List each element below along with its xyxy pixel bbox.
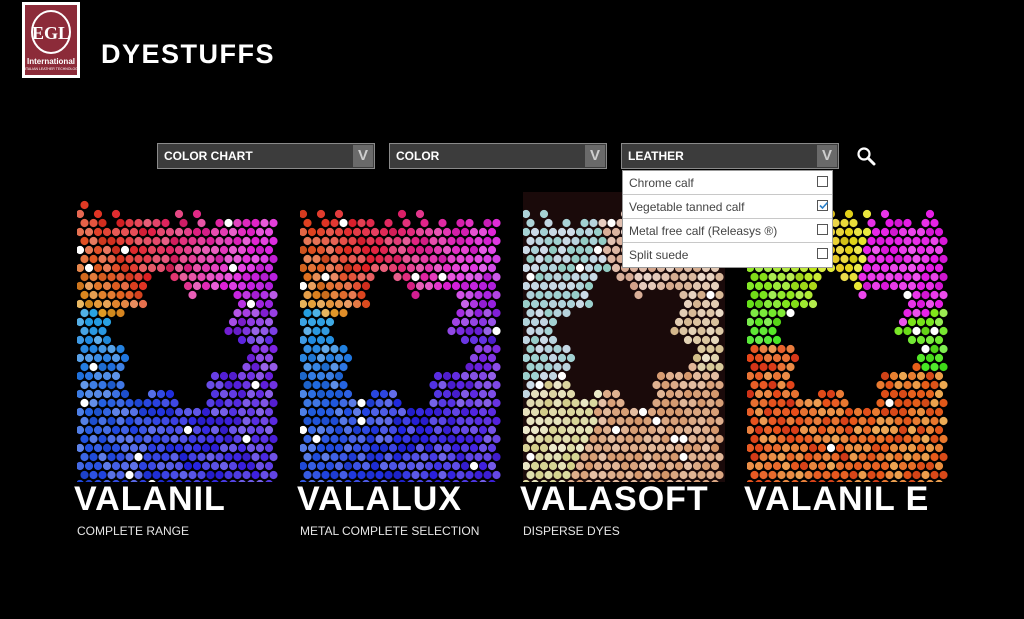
leather-dropdown-menu: Chrome calf Vegetable tanned calf Metal …: [622, 170, 833, 268]
select-label: COLOR: [396, 149, 440, 163]
option-chrome-calf[interactable]: Chrome calf: [623, 171, 832, 195]
checkmark-icon: [819, 201, 829, 210]
color-swatch-grid: [77, 200, 278, 482]
checkbox[interactable]: [817, 200, 829, 211]
product-subtitle: METAL COMPLETE SELECTION: [300, 524, 480, 538]
option-label: Chrome calf: [629, 176, 694, 190]
product-name: VALALUX: [297, 480, 463, 518]
product-name: VALANIL: [74, 480, 226, 518]
svg-text:EGL: EGL: [32, 23, 70, 43]
color-select[interactable]: COLOR V: [389, 143, 607, 169]
option-metal-free-calf[interactable]: Metal free calf (Releasys ®): [623, 219, 832, 243]
color-swatch-grid: [300, 209, 501, 482]
search-icon: [857, 147, 876, 166]
search-button[interactable]: [856, 146, 876, 166]
checkbox[interactable]: [817, 248, 828, 259]
egl-logo[interactable]: EGL International ITALIAN LEATHER TECHNO…: [22, 2, 80, 78]
select-label: COLOR CHART: [164, 149, 253, 163]
color-chart-select[interactable]: COLOR CHART V: [157, 143, 375, 169]
option-vegetable-tanned-calf[interactable]: Vegetable tanned calf: [623, 195, 832, 219]
option-split-suede[interactable]: Split suede: [623, 243, 832, 267]
option-label: Vegetable tanned calf: [629, 200, 745, 214]
checkbox[interactable]: [817, 176, 828, 187]
product-subtitle: DISPERSE DYES: [523, 524, 620, 538]
product-subtitle: COMPLETE RANGE: [77, 524, 190, 538]
logo-tagline: ITALIAN LEATHER TECHNOLOGY: [25, 67, 77, 71]
option-label: Metal free calf (Releasys ®): [629, 224, 778, 238]
option-label: Split suede: [629, 248, 689, 262]
chevron-down-icon[interactable]: V: [817, 145, 837, 167]
select-label: LEATHER: [628, 149, 684, 163]
leather-select[interactable]: LEATHER V: [621, 143, 839, 169]
logo-name: International: [26, 57, 75, 66]
product-name: VALASOFT: [520, 480, 709, 518]
chevron-down-icon[interactable]: V: [585, 145, 605, 167]
product-card-valanil[interactable]: VALANIL COMPLETE RANGE: [74, 192, 282, 552]
product-card-valalux[interactable]: VALALUX METAL COMPLETE SELECTION: [297, 192, 505, 552]
chevron-down-icon[interactable]: V: [353, 145, 373, 167]
page-title: DYESTUFFS: [101, 39, 276, 69]
product-name: VALANIL E: [744, 480, 930, 518]
checkbox[interactable]: [817, 224, 828, 235]
logo-monogram-icon: EGL: [31, 10, 71, 54]
logo-badge: EGL International ITALIAN LEATHER TECHNO…: [25, 5, 77, 75]
